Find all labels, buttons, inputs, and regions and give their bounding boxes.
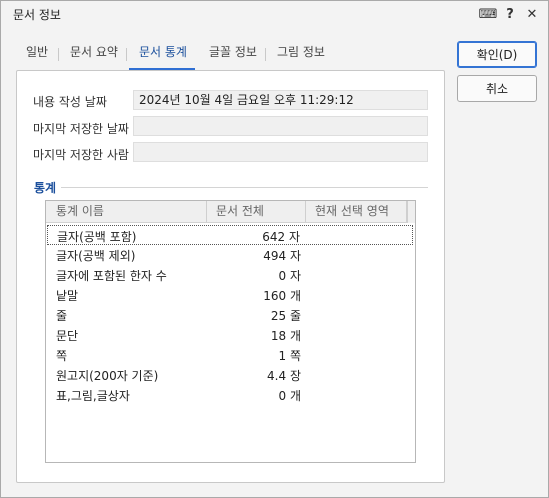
stat-name: 쪽 — [56, 349, 68, 363]
stat-name: 표,그림,글상자 — [56, 389, 130, 403]
section-divider — [61, 187, 428, 188]
table-row[interactable]: 글자(공백 제외) 494 자 — [47, 245, 413, 265]
tab-summary[interactable]: 문서 요약 — [70, 39, 118, 70]
statistics-table[interactable]: 통계 이름 문서 전체 현재 선택 영역 글자(공백 포함) 642 자 글자(… — [45, 200, 416, 463]
tab-font-info[interactable]: 글꼴 정보 — [209, 39, 257, 70]
stat-total: 25 줄 — [270, 309, 301, 323]
table-row[interactable]: 표,그림,글상자 0 개 — [47, 385, 413, 405]
stat-total: 494 자 — [263, 249, 301, 263]
stat-name: 글자에 포함된 한자 수 — [56, 269, 167, 283]
cancel-button[interactable]: 취소 — [457, 75, 537, 102]
tab-statistics-label: 문서 통계 — [139, 45, 187, 59]
keyboard-icon[interactable]: ⌨ — [478, 4, 498, 24]
stat-total: 642 자 — [262, 230, 300, 244]
tab-divider — [58, 48, 59, 61]
last-saved-by-field — [133, 142, 428, 162]
tab-general[interactable]: 일반 — [26, 39, 48, 70]
dialog-title: 문서 정보 — [13, 8, 61, 22]
last-saved-by-label: 마지막 저장한 사람 — [33, 148, 129, 162]
table-row[interactable]: 문단 18 개 — [47, 325, 413, 345]
stat-name: 줄 — [56, 309, 68, 323]
statistics-section-title: 통계 — [34, 181, 57, 195]
stat-name: 원고지(200자 기준) — [56, 369, 159, 383]
help-icon[interactable]: ? — [500, 4, 520, 24]
column-header-stat-name[interactable]: 통계 이름 — [46, 201, 206, 222]
created-date-field: 2024년 10월 4일 금요일 오후 11:29:12 — [133, 90, 428, 110]
document-info-dialog: 문서 정보 ⌨ ? ✕ 일반 문서 요약 문서 통계 글꼴 정보 그림 정보 내… — [0, 0, 549, 498]
tab-strip: 일반 문서 요약 문서 통계 글꼴 정보 그림 정보 — [16, 39, 446, 70]
table-row[interactable]: 쪽 1 쪽 — [47, 345, 413, 365]
table-row[interactable]: 글자(공백 포함) 642 자 — [47, 225, 413, 245]
stat-total: 0 개 — [278, 389, 302, 403]
tab-divider — [265, 48, 266, 61]
ok-button[interactable]: 확인(D) — [457, 41, 537, 68]
stat-name: 글자(공백 포함) — [57, 230, 137, 244]
title-bar: 문서 정보 ⌨ ? ✕ — [1, 1, 548, 27]
stat-total: 1 쪽 — [278, 349, 302, 363]
stat-total: 4.4 장 — [267, 369, 301, 383]
close-icon[interactable]: ✕ — [522, 4, 542, 24]
stat-name: 낱말 — [56, 289, 79, 303]
tab-divider — [126, 48, 127, 61]
last-saved-date-field — [133, 116, 428, 136]
stat-name: 문단 — [56, 329, 79, 343]
stat-name: 글자(공백 제외) — [56, 249, 136, 263]
last-saved-date-label: 마지막 저장한 날짜 — [33, 122, 129, 136]
tab-statistics[interactable]: 문서 통계 — [129, 39, 195, 70]
stat-total: 0 자 — [278, 269, 302, 283]
column-header-current-selection[interactable]: 현재 선택 영역 — [305, 201, 407, 222]
table-row[interactable]: 원고지(200자 기준) 4.4 장 — [47, 365, 413, 385]
table-row[interactable]: 글자에 포함된 한자 수 0 자 — [47, 265, 413, 285]
stat-total: 160 개 — [263, 289, 301, 303]
table-row[interactable]: 줄 25 줄 — [47, 305, 413, 325]
table-row[interactable]: 낱말 160 개 — [47, 285, 413, 305]
column-header-document-total[interactable]: 문서 전체 — [206, 201, 306, 222]
stat-total: 18 개 — [270, 329, 301, 343]
created-date-label: 내용 작성 날짜 — [33, 95, 107, 109]
tab-image-info[interactable]: 그림 정보 — [277, 39, 325, 70]
table-header: 통계 이름 문서 전체 현재 선택 영역 — [46, 201, 407, 223]
header-scroll-corner — [407, 201, 415, 223]
